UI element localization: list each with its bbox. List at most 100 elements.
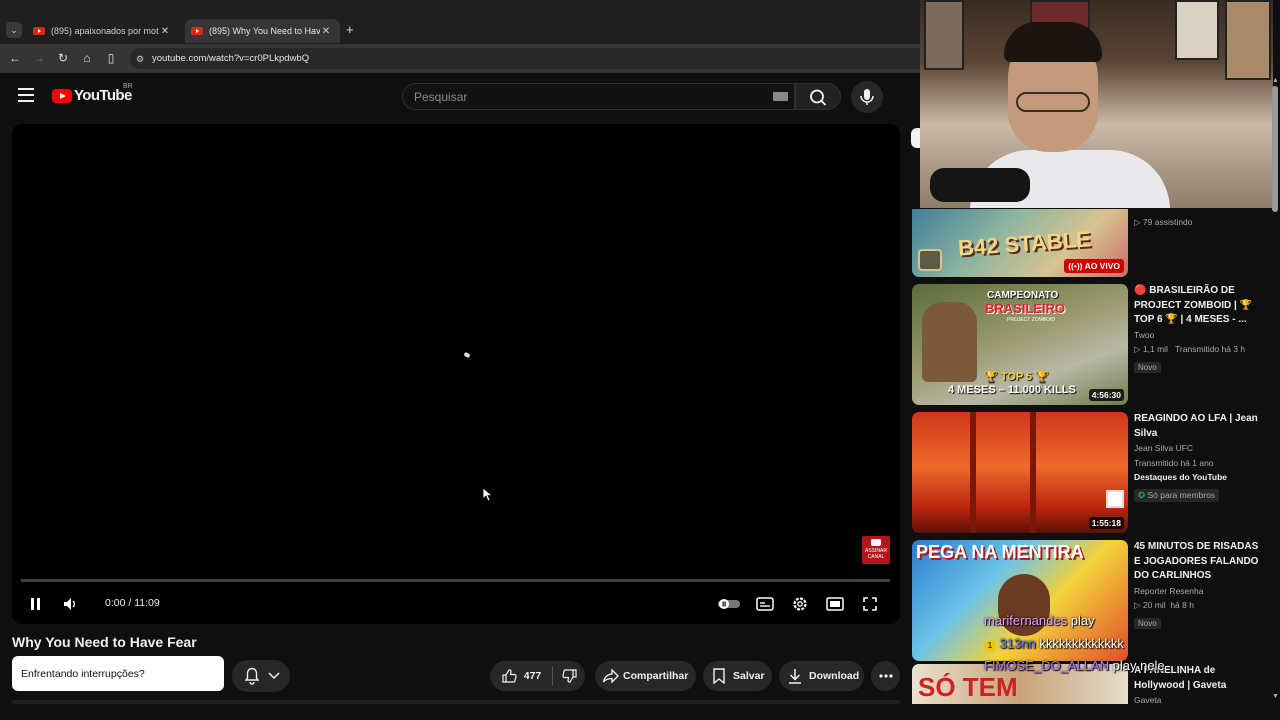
description-box-edge [12,700,900,704]
voice-search-button[interactable] [851,81,883,113]
chat-message: 1 313nn kkkkkkkkkkkkk [984,636,1124,652]
channel-name[interactable]: Twoo [1134,328,1264,343]
watermark-text: ASSINAR CANAL [865,548,887,560]
thumbnail-bar [1030,412,1036,533]
video-stats: ▷ 20 mil há 8 h [1134,600,1194,610]
microphone-icon [860,89,874,105]
chat-text: play [1070,613,1095,628]
streamer-hair [1004,22,1102,62]
video-thumbnail[interactable]: CAMPEONATO BRASILEIRO PROJECT ZOMBOID 🏆 … [912,284,1128,405]
mouse-cursor-icon [483,488,493,502]
channel-name[interactable]: Reporter Resenha [1134,584,1264,599]
share-icon [602,667,620,685]
split-view-icon[interactable]: ▯ [103,50,119,66]
recommendation-title[interactable]: REAGINDO AO LFA | Jean Silva [1134,412,1264,441]
home-icon[interactable]: ⌂ [79,50,95,66]
share-label: Compartilhar [623,670,689,682]
fullscreen-button[interactable] [858,593,882,615]
dislike-button[interactable] [561,667,579,685]
reload-icon[interactable]: ↻ [55,50,71,66]
browser-tab-bar: ⌄ (895) apaixonados por motores ✕ (895) … [0,0,920,44]
bell-icon [244,667,280,685]
volume-icon [64,598,75,610]
notification-bell-button[interactable] [232,660,290,692]
settings-button[interactable] [788,593,812,615]
video-thumbnail[interactable]: 1:55:18 [912,412,1128,533]
country-code: BR [123,83,133,90]
like-button[interactable] [500,667,518,685]
interruptions-tooltip[interactable]: Enfrentando interrupções? [12,656,224,691]
chat-message: FIMOSE_DO_ALLAN play nele [984,658,1165,673]
forward-icon[interactable]: → [31,50,47,66]
thumbnail-text: B42 STABLE [957,226,1092,261]
download-icon [786,667,804,685]
youtube-header: YouTube BR [0,75,920,117]
tab-list-button[interactable]: ⌄ [6,22,22,38]
address-toolbar: ← → ↻ ⌂ ▯ ⚙ youtube.com/watch?v=cr0PLkpd… [0,44,920,73]
youtube-play-icon [52,88,72,103]
download-button[interactable]: Download [779,661,864,691]
time-display: 0:00 / 11:09 [105,597,160,609]
thumbnail-text: 4 MESES – 11.000 KILLS [948,384,1076,396]
thumbnail-text: 🏆 TOP 5 🏆 [984,371,1049,383]
chat-user: FIMOSE_DO_ALLAN [984,658,1109,673]
new-tab-button[interactable]: + [346,22,360,38]
video-thumbnail[interactable]: B42 STABLE ((•)) AO VIVO [912,209,1128,277]
channel-name[interactable]: Jean Silva UFC [1134,441,1264,456]
wall-poster [1175,0,1219,60]
more-actions-button[interactable] [871,661,900,691]
tab-title: (895) apaixonados por motores [51,26,159,36]
address-bar[interactable]: ⚙ youtube.com/watch?v=cr0PLkpdwbQ [130,48,920,69]
time-separator: / [125,597,135,609]
duration-badge: 1:55:18 [1088,517,1124,529]
close-tab-icon[interactable]: ✕ [159,26,171,37]
thumbnail-character [922,302,977,382]
share-button[interactable]: Compartilhar [595,661,696,691]
theater-icon [826,597,844,611]
chat-badge-icon: 1 [984,640,996,652]
autoplay-toggle[interactable] [716,593,742,615]
video-player[interactable]: ASSINAR CANAL 0:00 / 11:09 [12,124,900,624]
scroll-down-icon[interactable]: ▼ [1272,693,1279,700]
recommendation-title[interactable]: 45 MINUTOS DE RISADAS E JOGADORES FALAND… [1134,540,1264,584]
site-info-icon[interactable]: ⚙ [136,54,146,64]
subtitles-button[interactable] [753,593,777,615]
keyboard-icon[interactable] [773,92,788,101]
thumbnail-text: PEGA NA MENTIRA [916,542,1084,562]
search-button[interactable] [795,83,841,110]
like-dislike-group: 477 [490,661,585,691]
browser-tab-2[interactable]: (895) Why You Need to Have Fear ✕ [185,19,340,43]
save-button[interactable]: Salvar [703,661,772,691]
members-icon: ✪ [1138,489,1146,500]
subscribe-watermark[interactable]: ASSINAR CANAL [862,536,890,564]
video-stats: Transmitido há 1 ano [1134,457,1214,468]
download-label: Download [809,670,860,682]
browser-tab-1[interactable]: (895) apaixonados por motores ✕ [27,19,179,43]
channel-name[interactable]: Gaveta [1134,693,1264,708]
theater-mode-button[interactable] [823,593,847,615]
progress-bar[interactable] [21,579,890,582]
volume-button[interactable] [60,593,82,615]
close-tab-icon[interactable]: ✕ [320,26,332,37]
qr-code-icon [1106,490,1124,508]
gear-icon [793,597,807,611]
subtitles-icon [756,597,774,611]
thumbnail-bar [970,412,976,533]
thumbs-up-icon [502,669,517,683]
wall-poster [924,0,964,70]
youtube-favicon-icon [191,27,203,35]
like-count: 477 [523,670,542,682]
loading-indicator [463,351,471,359]
tab-title: (895) Why You Need to Have Fear [209,26,320,36]
thumbnail-text: BRASILEIRO [985,301,1066,316]
search-input[interactable] [403,84,743,109]
new-badge: Novo [1134,617,1161,629]
back-icon[interactable]: ← [7,50,23,66]
menu-icon[interactable] [18,88,34,102]
youtube-logo[interactable]: YouTube BR [52,83,133,104]
scrollbar-thumb[interactable] [1272,86,1278,212]
recommendation-title[interactable]: 🔴 BRASILEIRÃO DE PROJECT ZOMBOID | 🏆 TOP… [1134,284,1264,328]
bookmark-icon [710,667,728,685]
pause-button[interactable] [24,593,46,615]
scroll-up-icon[interactable]: ▲ [1272,77,1279,84]
